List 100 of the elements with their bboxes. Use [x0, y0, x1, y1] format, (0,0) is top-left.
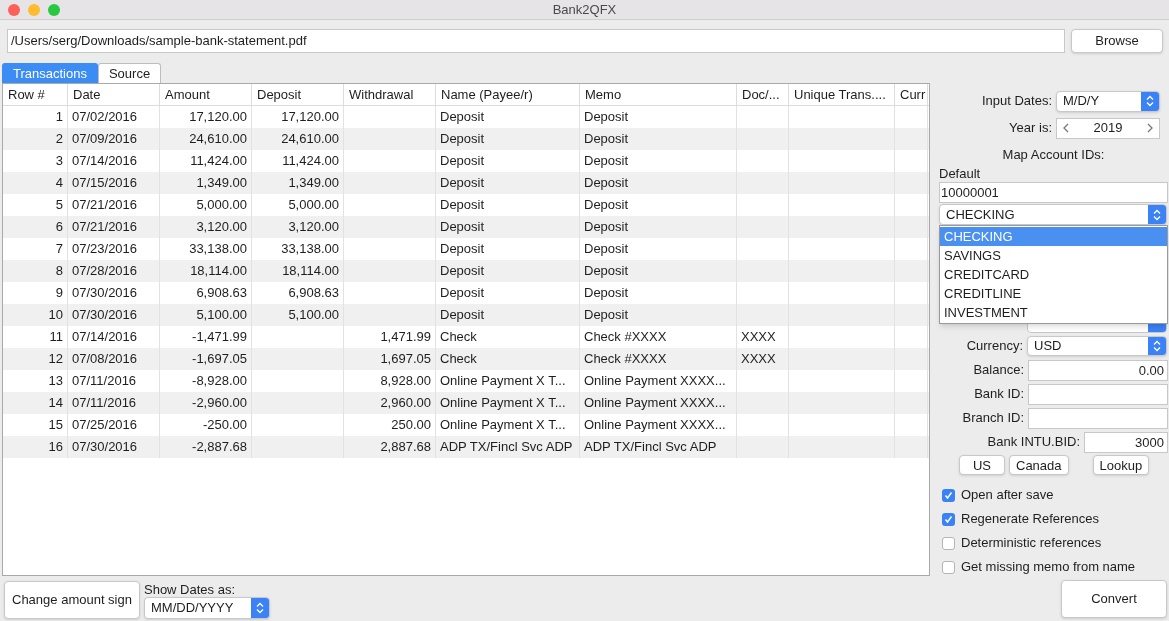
path-field[interactable]: /Users/serg/Downloads/sample-bank-statement.pdf — [7, 28, 1065, 53]
table-cell-text: 07/15/2016 — [72, 174, 138, 193]
column-header[interactable]: Withdrawal — [344, 84, 436, 105]
checkbox[interactable] — [942, 560, 955, 574]
tab[interactable]: Source — [97, 63, 162, 83]
input-dates-select[interactable]: M/D/Y — [1056, 90, 1160, 112]
table-cell-text: 7 — [55, 240, 63, 259]
table-row[interactable]: 6 07/21/2016 3,120.00 3,120.00 Deposit Deposit — [3, 216, 929, 238]
table-cell-text: 5,000.00 — [288, 196, 339, 215]
column-header[interactable]: Curr — [895, 84, 928, 105]
table-cell-text: Deposit — [440, 152, 485, 171]
table-cell-text: 07/14/2016 — [72, 328, 138, 347]
show-dates-select[interactable]: MM/DD/YYYY — [144, 597, 270, 619]
table-cell-text: 2,960.00 — [380, 394, 431, 413]
column-header[interactable]: Doc/... — [737, 84, 789, 105]
account-type-select[interactable]: CHECKING — [939, 204, 1167, 225]
table-cell-text: 4 — [55, 174, 63, 193]
table-cell-text: Deposit — [584, 262, 629, 281]
table-cell-text: Deposit — [440, 130, 485, 149]
table-cell-text: Deposit — [584, 174, 629, 193]
convert-button[interactable]: Convert — [1061, 580, 1167, 618]
checkbox-label: Regenerate References — [961, 510, 1100, 529]
bank-intu-bid-field[interactable]: 3000 — [1084, 431, 1168, 453]
table-cell-text: 16 — [48, 438, 63, 457]
table-cell-text: 07/11/2016 — [72, 394, 137, 413]
stepper-icon — [1153, 208, 1161, 221]
year-stepper[interactable]: 2019 — [1056, 117, 1160, 139]
menu-item[interactable]: CREDITLINE — [940, 284, 1167, 303]
table-row[interactable]: 10 07/30/2016 5,100.00 5,100.00 Deposit Deposit — [3, 304, 929, 326]
region-button[interactable]: US — [959, 455, 1005, 475]
chevron-left-icon[interactable] — [1063, 123, 1069, 133]
menu-item[interactable]: INVESTMENT — [940, 303, 1167, 322]
branch-id-field[interactable] — [1028, 407, 1168, 429]
close-icon[interactable] — [8, 3, 20, 16]
browse-button[interactable]: Browse — [1071, 28, 1163, 53]
table-cell-text: 07/11/2016 — [72, 372, 137, 391]
table-row[interactable]: 16 07/30/2016 -2,887.68 2,887.68 ADP TX/Fincl Svc ADP ADP TX/Fincl Svc ADP — [3, 436, 929, 458]
table-cell-text: 250.00 — [391, 416, 431, 435]
column-header[interactable]: Deposit — [252, 84, 344, 105]
column-header[interactable]: Memo — [580, 84, 737, 105]
table-cell-text: -1,471.99 — [192, 328, 247, 347]
field-label: Default — [939, 166, 981, 182]
table-cell-text: 18,114.00 — [190, 262, 247, 281]
checkbox-label: Get missing memo from name — [961, 558, 1136, 577]
table-cell-text: Deposit — [440, 306, 485, 325]
stepper-icon — [1146, 95, 1154, 107]
field-label: Year is: — [1009, 119, 1052, 138]
table-row[interactable]: 4 07/15/2016 1,349.00 1,349.00 Deposit Deposit — [3, 172, 929, 194]
table-cell-text: 1,697.05 — [380, 350, 431, 369]
column-header[interactable]: Name (Payee/r) — [436, 84, 580, 105]
field-label: Input Dates: — [981, 92, 1052, 111]
table-cell-text: Deposit — [584, 240, 629, 259]
table-row[interactable]: 8 07/28/2016 18,114.00 18,114.00 Deposit Deposit — [3, 260, 929, 282]
region-button[interactable]: Lookup — [1092, 455, 1149, 475]
table-row[interactable]: 14 07/11/2016 -2,960.00 2,960.00 Online Payment X T... Online Payment XXXX... — [3, 392, 929, 414]
table-cell-text: 07/09/2016 — [72, 130, 138, 149]
balance-field[interactable]: 0.00 — [1028, 359, 1168, 381]
table-cell-text: 5,100.00 — [288, 306, 339, 325]
table-cell-text: -8,928.00 — [192, 372, 247, 391]
table-cell-text: 24,610.00 — [281, 130, 339, 149]
field-label: Currency: — [966, 337, 1023, 356]
table-cell-text: Online Payment X T... — [440, 394, 566, 413]
menu-item[interactable]: CREDITCARD — [940, 265, 1167, 284]
table-cell-text: 15 — [48, 416, 63, 435]
currency-select[interactable]: USD — [1027, 336, 1167, 356]
table-cell-text: -250.00 — [202, 416, 247, 435]
table-cell-text: 11,424.00 — [282, 152, 339, 171]
column-header[interactable]: Unique Trans.... — [789, 84, 895, 105]
table-cell-text: Deposit — [440, 262, 485, 281]
checkbox[interactable] — [942, 512, 955, 526]
table-cell-text: 07/23/2016 — [72, 240, 138, 259]
table-row[interactable]: 12 07/08/2016 -1,697.05 1,697.05 Check Check #XXXX XXXX — [3, 348, 929, 370]
window-title: Bank2QFX — [552, 0, 617, 19]
minimize-icon[interactable] — [28, 3, 40, 16]
field-label: Balance: — [973, 361, 1024, 380]
menu-item[interactable]: SAVINGS — [940, 246, 1167, 265]
column-header[interactable]: Row # — [3, 84, 68, 105]
table-cell-text: Deposit — [440, 174, 485, 193]
table-cell-text: 07/21/2016 — [72, 218, 138, 237]
column-header[interactable]: Amount — [160, 84, 252, 105]
table-cell-text: 11 — [49, 328, 63, 347]
change-amount-sign-button[interactable]: Change amount sign — [4, 581, 140, 619]
table-cell-text: 07/30/2016 — [72, 438, 138, 457]
table-cell-text: 07/14/2016 — [72, 152, 138, 171]
zoom-icon[interactable] — [48, 3, 60, 16]
table-cell-text: 6 — [55, 218, 63, 237]
table-cell-text: Check — [440, 328, 477, 347]
field-label: Bank ID: — [974, 385, 1024, 404]
region-button[interactable]: Canada — [1009, 455, 1069, 475]
table-row[interactable]: 2 07/09/2016 24,610.00 24,610.00 Deposit Deposit — [3, 128, 929, 150]
table-cell-text: 1,471.99 — [380, 328, 431, 347]
table-cell-text: 07/08/2016 — [72, 350, 138, 369]
account-id-field[interactable]: 10000001 — [939, 182, 1168, 203]
bank-id-field[interactable] — [1028, 383, 1168, 405]
column-header[interactable]: Date — [68, 84, 160, 105]
chevron-right-icon[interactable] — [1147, 123, 1153, 133]
checkbox[interactable] — [942, 488, 955, 502]
checkbox[interactable] — [942, 536, 955, 550]
table-cell-text: 10 — [48, 306, 63, 325]
field-label: Bank INTU.BID: — [987, 433, 1080, 452]
